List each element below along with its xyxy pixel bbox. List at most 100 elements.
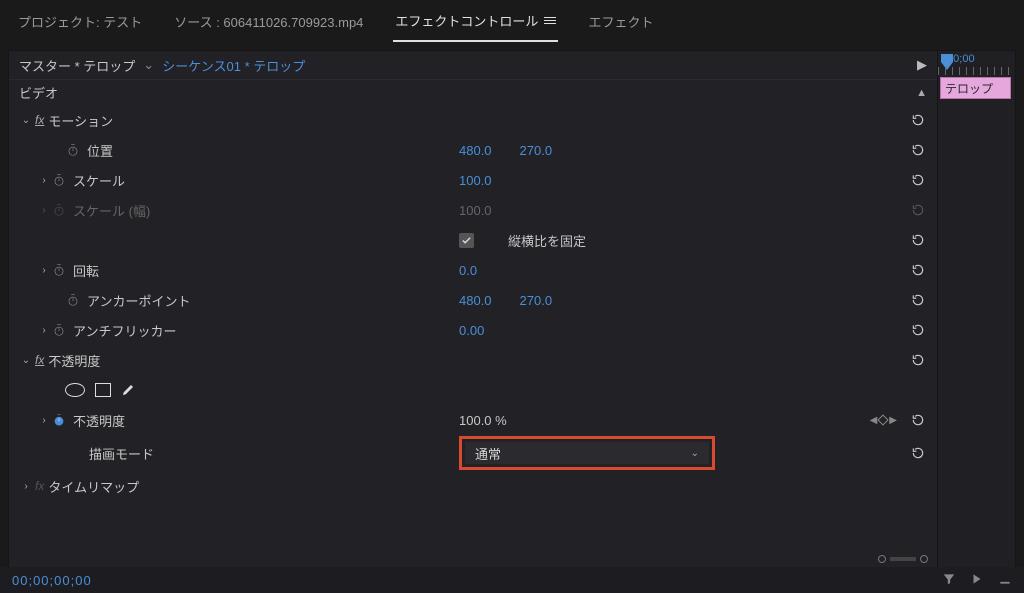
- panel-menu-icon[interactable]: [544, 17, 556, 24]
- stopwatch-icon: [51, 202, 67, 218]
- chevron-down-icon: ⌄: [691, 448, 699, 459]
- reset-button[interactable]: [909, 171, 927, 189]
- reset-button[interactable]: [909, 444, 927, 462]
- stopwatch-icon[interactable]: [65, 142, 81, 158]
- footer-bar: 00;00;00;00: [0, 567, 1024, 593]
- stopwatch-icon[interactable]: [65, 292, 81, 308]
- antiflicker-value[interactable]: 0.00: [459, 323, 484, 338]
- mask-ellipse-icon[interactable]: [65, 383, 85, 397]
- chevron-right-icon[interactable]: ›: [37, 175, 51, 186]
- filter-icon[interactable]: [942, 572, 956, 589]
- property-anchor-point: アンカーポイント 480.0 270.0: [9, 285, 937, 315]
- video-section-label: ビデオ: [19, 83, 58, 102]
- next-keyframe-icon[interactable]: ▶: [889, 415, 897, 426]
- chevron-right-icon: ›: [37, 205, 51, 216]
- prev-keyframe-icon[interactable]: ◀: [870, 415, 878, 426]
- zoom-scrollbar[interactable]: [8, 553, 938, 565]
- clip-breadcrumb: マスター * テロップ ⌄ シーケンス01 * テロップ ▶: [9, 51, 937, 79]
- property-opacity: › 不透明度 100.0 % ◀ ▶: [9, 405, 937, 435]
- property-opacity-label: 不透明度: [73, 411, 125, 430]
- mask-tools: [9, 375, 937, 405]
- reset-button[interactable]: [909, 261, 927, 279]
- fx-icon[interactable]: fx: [35, 113, 44, 127]
- breadcrumb-master[interactable]: マスター * テロップ: [19, 56, 135, 75]
- anchor-y-value[interactable]: 270.0: [520, 293, 553, 308]
- tab-source[interactable]: ソース : 606411026.709923.mp4: [172, 8, 365, 41]
- chevron-right-icon[interactable]: ›: [37, 325, 51, 336]
- fx-icon[interactable]: fx: [35, 479, 44, 493]
- effect-opacity-label: 不透明度: [48, 351, 100, 370]
- chevron-down-icon[interactable]: ⌄: [19, 115, 33, 126]
- reset-button[interactable]: [909, 351, 927, 369]
- panel-tabs: プロジェクト: テスト ソース : 606411026.709923.mp4 エ…: [0, 0, 1024, 40]
- effect-motion-label: モーション: [48, 111, 113, 130]
- rotation-value[interactable]: 0.0: [459, 263, 477, 278]
- breadcrumb-sequence[interactable]: シーケンス01 * テロップ: [162, 56, 305, 75]
- clip-bar[interactable]: テロップ: [940, 77, 1011, 99]
- reset-button[interactable]: [909, 321, 927, 339]
- position-x-value[interactable]: 480.0: [459, 143, 492, 158]
- effect-opacity[interactable]: ⌄ fx 不透明度: [9, 345, 937, 375]
- add-keyframe-icon[interactable]: [878, 414, 889, 425]
- chevron-right-icon[interactable]: ›: [37, 415, 51, 426]
- reset-button[interactable]: [909, 231, 927, 249]
- effect-controls-panel: マスター * テロップ ⌄ シーケンス01 * テロップ ▶ ビデオ ▲ ⌄ f…: [8, 50, 938, 593]
- property-rotation-label: 回転: [73, 261, 99, 280]
- opacity-value[interactable]: 100.0 %: [459, 413, 507, 428]
- mask-pen-icon[interactable]: [121, 381, 137, 400]
- blend-mode-dropdown[interactable]: 通常 ⌄: [465, 442, 709, 464]
- anchor-x-value[interactable]: 480.0: [459, 293, 492, 308]
- uniform-scale-checkbox[interactable]: [459, 233, 474, 248]
- property-antiflicker-label: アンチフリッカー: [73, 321, 176, 340]
- clip-label: テロップ: [945, 80, 993, 97]
- chevron-right-icon[interactable]: ›: [19, 481, 33, 492]
- property-anchor-label: アンカーポイント: [87, 291, 190, 310]
- property-list: ⌄ fx モーション 位置 480.0 270.0: [9, 105, 937, 592]
- reset-button: [909, 201, 927, 219]
- toggle-timeline-icon[interactable]: ▶: [917, 57, 927, 73]
- tab-project[interactable]: プロジェクト: テスト: [16, 8, 144, 41]
- property-uniform-scale: 縦横比を固定: [9, 225, 937, 255]
- reset-button[interactable]: [909, 411, 927, 429]
- effect-time-remap[interactable]: › fx タイムリマップ: [9, 471, 937, 501]
- property-blend-label: 描画モード: [89, 444, 154, 463]
- timecode-display[interactable]: 00;00;00;00: [12, 573, 92, 588]
- stopwatch-icon[interactable]: [51, 322, 67, 338]
- property-scale-width: › スケール (幅) 100.0: [9, 195, 937, 225]
- scroll-handle-left[interactable]: [878, 555, 886, 563]
- chevron-right-icon[interactable]: ›: [37, 265, 51, 276]
- property-scale-label: スケール: [73, 171, 125, 190]
- collapse-icon[interactable]: ▲: [916, 87, 927, 99]
- effect-motion[interactable]: ⌄ fx モーション: [9, 105, 937, 135]
- position-y-value[interactable]: 270.0: [520, 143, 553, 158]
- mini-timeline: ;00;00 テロップ: [938, 50, 1016, 593]
- property-scale-width-label: スケール (幅): [73, 201, 150, 220]
- blend-mode-value: 通常: [475, 444, 501, 463]
- mask-rect-icon[interactable]: [95, 383, 111, 397]
- fx-icon[interactable]: fx: [35, 353, 44, 367]
- tab-effect-controls[interactable]: エフェクトコントロール: [393, 7, 558, 42]
- video-section-header: ビデオ ▲: [9, 79, 937, 105]
- play-only-icon[interactable]: [970, 572, 984, 589]
- stopwatch-icon[interactable]: [51, 412, 67, 428]
- export-icon[interactable]: [998, 572, 1012, 589]
- property-blend-mode: 描画モード 通常 ⌄: [9, 435, 937, 471]
- annotation-highlight-box: 通常 ⌄: [459, 436, 715, 470]
- uniform-scale-label: 縦横比を固定: [508, 231, 586, 250]
- chevron-down-icon[interactable]: ⌄: [143, 57, 154, 73]
- scroll-thumb[interactable]: [890, 557, 916, 561]
- effect-time-remap-label: タイムリマップ: [48, 477, 139, 496]
- stopwatch-icon[interactable]: [51, 262, 67, 278]
- reset-button[interactable]: [909, 111, 927, 129]
- scroll-handle-right[interactable]: [920, 555, 928, 563]
- tab-effects[interactable]: エフェクト: [586, 8, 655, 41]
- stopwatch-icon[interactable]: [51, 172, 67, 188]
- scale-value[interactable]: 100.0: [459, 173, 492, 188]
- property-scale: › スケール 100.0: [9, 165, 937, 195]
- reset-button[interactable]: [909, 141, 927, 159]
- keyframe-nav[interactable]: ◀ ▶: [870, 415, 897, 426]
- reset-button[interactable]: [909, 291, 927, 309]
- property-position-label: 位置: [87, 141, 113, 160]
- chevron-down-icon[interactable]: ⌄: [19, 355, 33, 366]
- scale-width-value: 100.0: [459, 203, 492, 218]
